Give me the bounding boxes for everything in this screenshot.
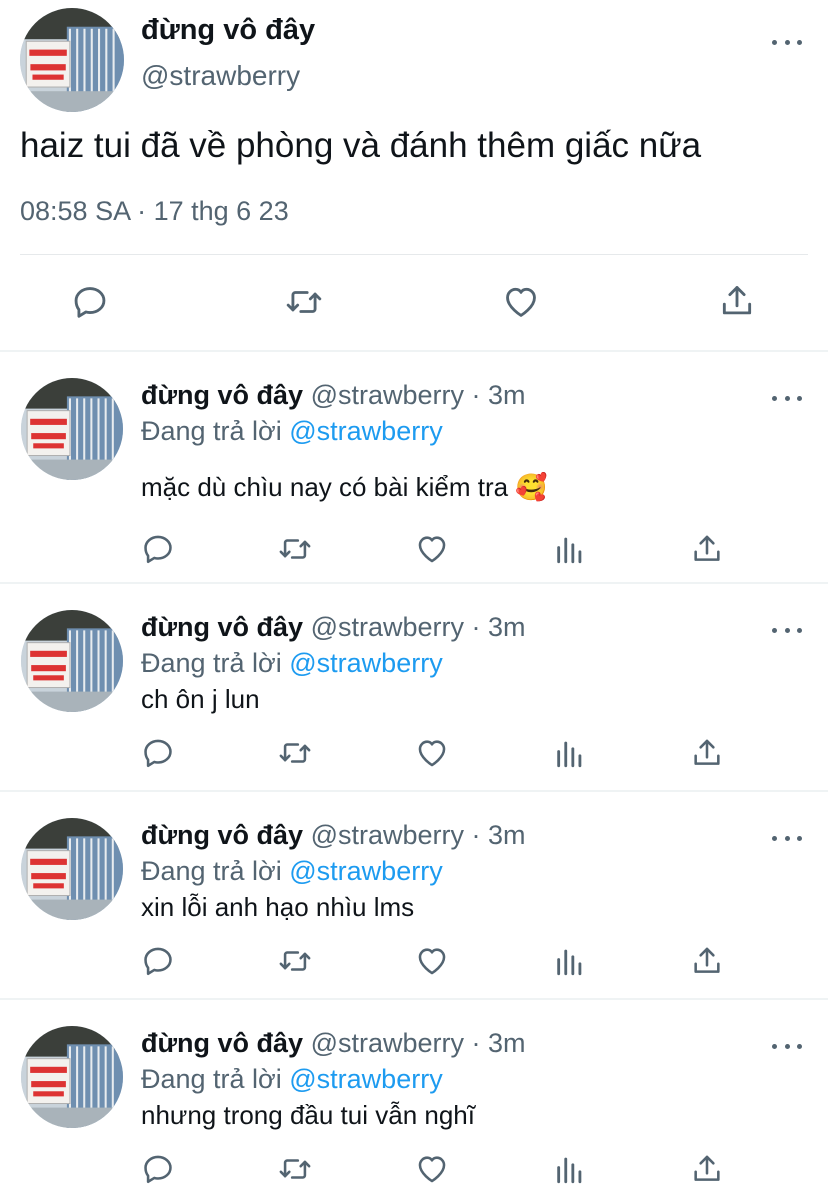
timestamp[interactable]: 08:58 SA · 17 thg 6 23 [20,196,289,227]
reply-icon[interactable] [141,532,175,566]
handle[interactable]: @strawberry [141,60,300,92]
avatar-image [20,8,124,112]
share-icon[interactable] [690,532,724,566]
reply-tweet[interactable]: đừng vô đây @strawberry · 3m Đang trả lờ… [0,352,828,584]
reply-icon[interactable] [141,1152,175,1186]
tweet-text: ch ôn j lun [141,684,260,714]
like-icon[interactable] [415,736,449,770]
tweet-text: xin lỗi anh hạo nhìu lms [141,892,415,922]
avatar[interactable] [21,610,123,712]
views-icon[interactable] [553,1152,587,1186]
handle-time[interactable]: @strawberry · 3m [303,612,526,642]
replying-prefix: Đang trả lời [141,856,290,886]
reply-icon[interactable] [141,944,175,978]
replying-prefix: Đang trả lời [141,648,290,678]
views-icon[interactable] [553,736,587,770]
more-options-icon[interactable] [772,32,802,52]
avatar-image [21,818,123,920]
reply-header: đừng vô đây @strawberry · 3m [141,820,526,851]
avatar[interactable] [21,378,123,480]
more-options-icon[interactable] [772,1036,802,1056]
retweet-icon[interactable] [278,736,312,770]
like-icon[interactable] [415,1152,449,1186]
divider [20,254,808,255]
avatar[interactable] [21,818,123,920]
reply-header: đừng vô đây @strawberry · 3m [141,380,526,411]
reply-tweet[interactable]: đừng vô đây @strawberry · 3m Đang trả lờ… [0,584,828,792]
reply-tweet[interactable]: đừng vô đây @strawberry · 3m Đang trả lờ… [0,792,828,1000]
mention-link[interactable]: @strawberry [289,648,442,678]
replying-to: Đang trả lời @strawberry [141,648,443,679]
retweet-icon[interactable] [278,532,312,566]
reply-header: đừng vô đây @strawberry · 3m [141,612,526,643]
replying-to: Đang trả lời @strawberry [141,416,443,447]
like-icon[interactable] [415,532,449,566]
reply-header: đừng vô đây @strawberry · 3m [141,1028,526,1059]
handle-time[interactable]: @strawberry · 3m [303,820,526,850]
display-name[interactable]: đừng vô đây [141,380,303,410]
retweet-icon[interactable] [278,944,312,978]
main-tweet: đừng vô đây @strawberry haiz tui đã về p… [0,0,828,350]
reply-tweet[interactable]: đừng vô đây @strawberry · 3m Đang trả lờ… [0,1000,828,1204]
handle-time[interactable]: @strawberry · 3m [303,380,526,410]
more-options-icon[interactable] [772,388,802,408]
like-icon[interactable] [415,944,449,978]
mention-link[interactable]: @strawberry [289,1064,442,1094]
reply-icon[interactable] [71,283,109,321]
tweet-text: nhưng trong đầu tui vẫn nghĩ [141,1100,475,1130]
more-options-icon[interactable] [772,828,802,848]
retweet-icon[interactable] [285,283,323,321]
display-name[interactable]: đừng vô đây [141,612,303,642]
replying-prefix: Đang trả lời [141,1064,290,1094]
tweet-text: haiz tui đã về phòng và đánh thêm giấc n… [20,126,702,165]
like-icon[interactable] [502,283,540,321]
display-name[interactable]: đừng vô đây [141,820,303,850]
replying-to: Đang trả lời @strawberry [141,856,443,887]
avatar-image [21,378,123,480]
replying-to: Đang trả lời @strawberry [141,1064,443,1095]
more-options-icon[interactable] [772,620,802,640]
reply-icon[interactable] [141,736,175,770]
avatar-image [21,1026,123,1128]
replying-prefix: Đang trả lời [141,416,290,446]
share-icon[interactable] [690,944,724,978]
handle-time[interactable]: @strawberry · 3m [303,1028,526,1058]
display-name[interactable]: đừng vô đây [141,1028,303,1058]
tweet-text: mặc dù chìu nay có bài kiểm tra 🥰 [141,472,548,502]
share-icon[interactable] [718,282,756,320]
avatar[interactable] [21,1026,123,1128]
avatar-image [21,610,123,712]
mention-link[interactable]: @strawberry [289,856,442,886]
retweet-icon[interactable] [278,1152,312,1186]
views-icon[interactable] [553,532,587,566]
display-name[interactable]: đừng vô đây [141,14,315,47]
views-icon[interactable] [553,944,587,978]
share-icon[interactable] [690,1152,724,1186]
mention-link[interactable]: @strawberry [289,416,442,446]
avatar[interactable] [20,8,124,112]
share-icon[interactable] [690,736,724,770]
